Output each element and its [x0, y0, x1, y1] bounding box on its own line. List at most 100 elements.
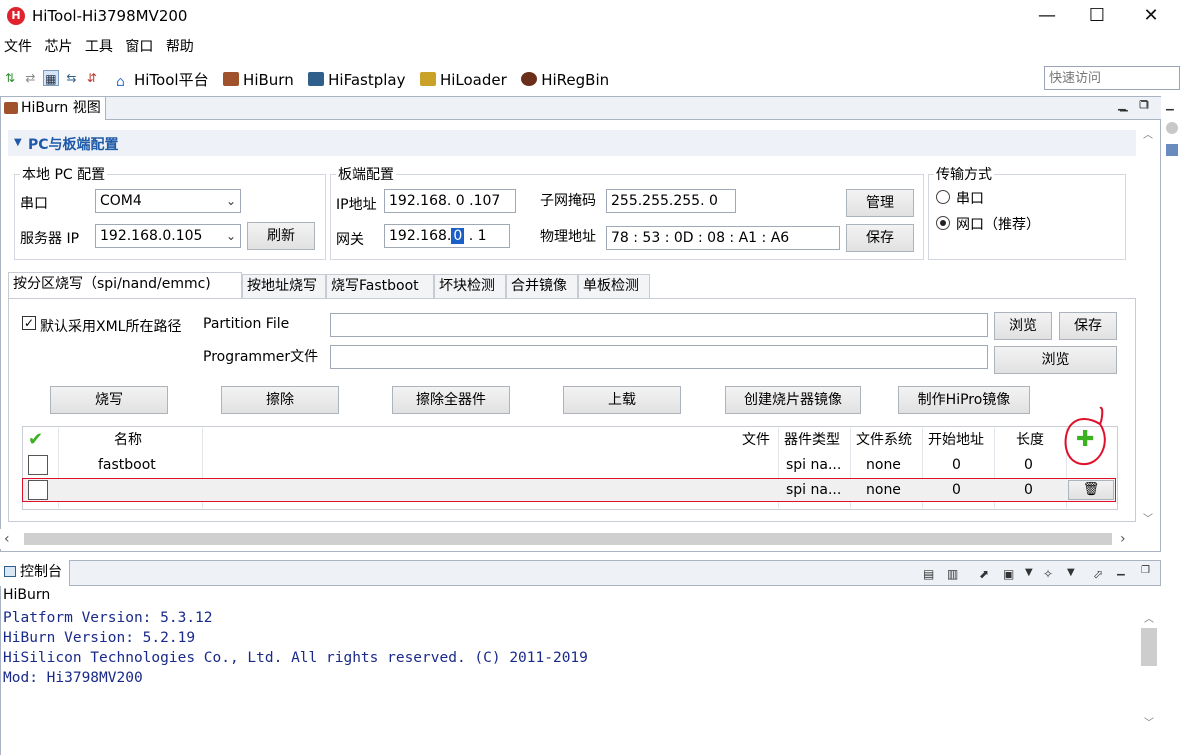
col-header-length[interactable]: 长度 — [1016, 428, 1044, 452]
toolbar-hiburn[interactable]: HiBurn — [223, 71, 294, 89]
row-length[interactable]: 0 — [1024, 478, 1033, 502]
tab-bad-block[interactable]: 坏块检测 — [434, 274, 506, 298]
create-programmer-image-button[interactable]: 创建烧片器镜像 — [725, 386, 861, 414]
radio-network[interactable] — [936, 216, 950, 230]
horizontal-scrollbar[interactable]: ‹ › — [0, 529, 1140, 549]
save-partition-button[interactable]: 保存 — [1059, 312, 1117, 340]
disconnect-icon[interactable]: ⇄ — [22, 70, 38, 86]
network-view-icon[interactable] — [1166, 144, 1178, 156]
col-header-name[interactable]: 名称 — [114, 428, 142, 452]
minimize-button[interactable]: — — [1022, 0, 1072, 34]
console-new-icon[interactable]: ✧ — [1043, 567, 1053, 581]
maximize-button[interactable]: ☐ — [1072, 0, 1122, 34]
row-device-type[interactable]: spi na... — [786, 478, 841, 502]
minimize-view-icon[interactable]: ▁ — [1166, 100, 1174, 111]
scroll-up-icon[interactable]: ︿ — [1144, 610, 1154, 625]
upload-button[interactable]: 上载 — [563, 386, 681, 414]
tab-merge-image[interactable]: 合并镜像 — [506, 274, 578, 298]
partition-file-field[interactable] — [330, 313, 988, 337]
menu-window[interactable]: 窗口 — [121, 36, 157, 58]
row-start-address[interactable]: 0 — [952, 453, 961, 477]
board-save-button[interactable]: 保存 — [846, 224, 914, 252]
menu-tools[interactable]: 工具 — [81, 36, 117, 58]
console-output[interactable]: HiBurn Platform Version: 5.3.12 HiBurn V… — [0, 586, 1161, 755]
row-checkbox[interactable] — [28, 480, 48, 500]
scroll-left-icon[interactable]: ‹ — [4, 531, 10, 547]
col-header-start-address[interactable]: 开始地址 — [928, 428, 984, 452]
row-device-type[interactable]: spi na... — [786, 453, 841, 477]
toolbar-label: HiBurn — [243, 70, 294, 89]
scroll-thumb[interactable] — [24, 533, 1112, 545]
console-clear-icon[interactable]: ▤ — [923, 567, 934, 581]
tab-hiburn-view[interactable]: HiBurn 视图 — [0, 96, 106, 120]
browse-partition-button[interactable]: 浏览 — [994, 312, 1052, 340]
network-config-icon[interactable]: ▦ — [42, 70, 59, 86]
console-scrollbar[interactable]: ︿ ﹀ — [1139, 606, 1159, 736]
radio-serial[interactable] — [936, 190, 950, 204]
home-icon: ⌂ — [116, 74, 125, 90]
console-scroll-thumb[interactable] — [1141, 628, 1157, 666]
erase-all-button[interactable]: 擦除全器件 — [392, 386, 510, 414]
tab-address-burn[interactable]: 按地址烧写 — [242, 274, 326, 298]
toolbar-hiregbin[interactable]: HiRegBin — [521, 71, 609, 89]
scroll-up-icon[interactable]: ︿ — [1143, 126, 1153, 141]
erase-button[interactable]: 擦除 — [221, 386, 339, 414]
bulb-icon[interactable] — [1166, 122, 1178, 134]
collapse-arrow-icon[interactable]: ▼ — [14, 137, 22, 148]
burn-button[interactable]: 烧写 — [50, 386, 168, 414]
toolbar-hifastplay[interactable]: HiFastplay — [308, 71, 406, 89]
row-filesystem[interactable]: none — [866, 453, 901, 477]
up-down-icon[interactable]: ⇵ — [84, 70, 100, 86]
panel-minimize-icon[interactable]: ▁ — [1118, 100, 1126, 111]
menu-chip[interactable]: 芯片 — [40, 36, 76, 58]
serial-port-select[interactable]: COM4 ⌄ — [95, 189, 241, 213]
console-open-icon[interactable]: ⬀ — [1093, 567, 1103, 581]
console-minimize-icon[interactable]: ▁ — [1117, 565, 1125, 576]
col-header-file[interactable]: 文件 — [742, 428, 770, 452]
quick-access-input[interactable] — [1044, 66, 1180, 90]
fastplay-icon — [308, 71, 325, 86]
console-display-dropdown-icon[interactable]: ▼ — [1025, 567, 1033, 578]
menu-file[interactable]: 文件 — [0, 36, 36, 58]
row-filesystem[interactable]: none — [866, 478, 901, 502]
mac-address-field[interactable]: 78 : 53 : 0D : 08 : A1 : A6 — [606, 226, 840, 250]
tab-partition-burn[interactable]: 按分区烧写（spi/nand/emmc) — [8, 272, 242, 298]
console-display-icon[interactable]: ▣ — [1003, 567, 1014, 581]
scroll-down-icon[interactable]: ﹀ — [1144, 714, 1154, 729]
row-checkbox[interactable] — [28, 455, 48, 475]
scroll-down-icon[interactable]: ﹀ — [1143, 510, 1153, 525]
tab-board-check[interactable]: 单板检测 — [578, 274, 650, 298]
gateway-field[interactable]: 192.168. 0 . 1 — [384, 224, 510, 248]
section-header[interactable] — [8, 130, 1136, 156]
delete-row-trash-icon[interactable]: 🗑 — [1068, 480, 1114, 500]
toolbar-hitool-platform[interactable]: ⌂ HiTool平台 — [116, 69, 209, 90]
browse-programmer-button[interactable]: 浏览 — [994, 346, 1117, 374]
refresh-button[interactable]: 刷新 — [247, 222, 315, 250]
panel-restore-icon[interactable]: ❐ — [1139, 100, 1148, 111]
close-button[interactable]: ✕ — [1126, 0, 1176, 34]
use-xml-path-checkbox[interactable]: ✓ — [22, 316, 36, 330]
col-header-device-type[interactable]: 器件类型 — [784, 428, 840, 452]
console-pin-icon[interactable]: ⬈ — [979, 567, 989, 581]
console-maximize-icon[interactable]: ❐ — [1141, 565, 1150, 576]
row-length[interactable]: 0 — [1024, 453, 1033, 477]
subnet-mask-field[interactable]: 255.255.255. 0 — [606, 189, 736, 213]
connect-icon[interactable]: ⇅ — [2, 70, 18, 86]
console-scroll-lock-icon[interactable]: ▥ — [947, 567, 958, 581]
tab-fastboot-burn[interactable]: 烧写Fastboot — [326, 274, 434, 298]
transfer-icon[interactable]: ⇆ — [63, 70, 79, 86]
vertical-scrollbar[interactable]: ︿ ﹀ — [1138, 124, 1158, 528]
toolbar-hiloader[interactable]: HiLoader — [419, 71, 507, 89]
programmer-file-field[interactable] — [330, 345, 988, 369]
console-new-dropdown-icon[interactable]: ▼ — [1067, 567, 1075, 578]
ip-address-field[interactable]: 192.168. 0 .107 — [384, 189, 516, 213]
select-all-check-icon[interactable]: ✔ — [28, 428, 43, 452]
server-ip-select[interactable]: 192.168.0.105 ⌄ — [95, 224, 241, 248]
tab-console[interactable]: 控制台 — [0, 560, 70, 586]
col-header-filesystem[interactable]: 文件系统 — [856, 428, 912, 452]
manage-button[interactable]: 管理 — [846, 189, 914, 217]
make-hipro-image-button[interactable]: 制作HiPro镜像 — [898, 386, 1030, 414]
scroll-right-icon[interactable]: › — [1120, 531, 1126, 547]
row-start-address[interactable]: 0 — [952, 478, 961, 502]
menu-help[interactable]: 帮助 — [162, 36, 198, 58]
